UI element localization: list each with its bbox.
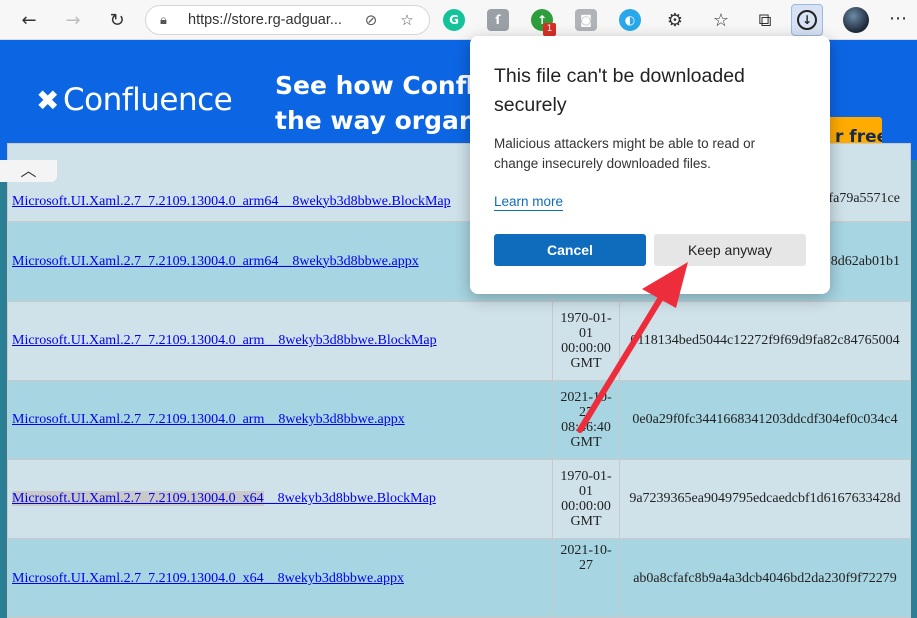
hash-cell: 9a7239365ea9049795edcaedcbf1d6167633428d (619, 459, 911, 539)
cancel-button[interactable]: Cancel (494, 234, 646, 266)
browser-toolbar: ← → ↻ 🔒︎ https://store.rg-adguar... ⊘ ☆ … (0, 0, 917, 40)
collections-icon[interactable]: ⧉ (750, 5, 780, 35)
address-bar[interactable]: 🔒︎ https://store.rg-adguar... ⊘ ☆ (145, 5, 430, 35)
camera-extension-icon[interactable]: ◙ (575, 9, 597, 31)
file-link[interactable]: Microsoft.UI.Xaml.2.7_7.2109.13004.0_x64… (12, 571, 404, 586)
file-link[interactable]: Microsoft.UI.Xaml.2.7_7.2109.13004.0_arm… (12, 333, 437, 348)
file-link[interactable]: Microsoft.UI.Xaml.2.7_7.2109.13004.0_arm… (12, 412, 405, 427)
learn-more-link[interactable]: Learn more (494, 194, 564, 211)
download-icon: ↓ (797, 10, 817, 30)
profile-avatar[interactable] (843, 7, 869, 33)
table-row: Microsoft.UI.Xaml.2.7_7.2109.13004.0_x64… (7, 459, 911, 539)
hash-cell: 0e0a29f0fc3441668341203ddcdf304ef0c034c4 (619, 380, 911, 460)
date-cell: 1970-01- 01 00:00:00 GMT (552, 459, 620, 539)
extension-icon[interactable]: ſ (487, 9, 509, 31)
date-cell: 2021-10- 27 08:46:40 GMT (552, 380, 620, 460)
more-menu-icon[interactable]: ⋯ (889, 8, 907, 29)
grammarly-extension-icon[interactable]: G (443, 9, 465, 31)
extension-badge: 1 (543, 23, 556, 36)
extensions-puzzle-icon[interactable]: ⚙ (660, 5, 690, 35)
confluence-logo-icon: ✖ (36, 84, 59, 117)
tracking-blocked-icon[interactable]: ⊘ (360, 9, 382, 31)
extension-icon-blue[interactable]: ◐ (619, 9, 641, 31)
file-link[interactable]: Microsoft.UI.Xaml.2.7_7.2109.13004.0_x64… (12, 491, 436, 506)
file-link[interactable]: Microsoft.UI.Xaml.2.7_7.2109.13004.0_arm… (12, 254, 419, 269)
favorites-icon[interactable]: ☆ (706, 5, 736, 35)
url-text[interactable]: https://store.rg-adguar... (188, 12, 342, 28)
table-row: Microsoft.UI.Xaml.2.7_7.2109.13004.0_arm… (7, 380, 911, 460)
refresh-icon[interactable]: ↻ (102, 5, 132, 35)
back-icon[interactable]: ← (14, 5, 44, 35)
downloads-button[interactable]: ↓ (791, 4, 823, 36)
hash-cell: ab0a8cfafc8b9a4a3dcb4046bd2da230f9f72279 (633, 571, 897, 586)
hash-cell: 0118134bed5044c12272f9f69d9fa82c84765004 (619, 301, 911, 381)
forward-icon[interactable]: → (58, 5, 88, 35)
lock-icon[interactable]: 🔒︎ (160, 12, 167, 28)
selected-text: Microsoft.UI.Xaml.2.7_7.2109.13004.0_x64 (12, 491, 264, 506)
collapse-ad-button[interactable]: ︿ (0, 160, 57, 182)
dialog-message: Malicious attackers might be able to rea… (494, 136, 756, 171)
confluence-logo: ✖ Confluence (36, 82, 233, 118)
table-row: Microsoft.UI.Xaml.2.7_7.2109.13004.0_arm… (7, 301, 911, 381)
chevron-up-icon: ︿ (20, 161, 37, 180)
file-link[interactable]: Microsoft.UI.Xaml.2.7_7.2109.13004.0_arm… (12, 194, 451, 209)
date-cell: 2021-10- 27 (552, 538, 620, 618)
dialog-title: This file can't be downloaded securely (494, 65, 745, 116)
logo-text: Confluence (62, 82, 233, 118)
table-row: Microsoft.UI.Xaml.2.7_7.2109.13004.0_x64… (7, 538, 911, 618)
keep-anyway-button[interactable]: Keep anyway (654, 234, 806, 266)
add-favorite-icon[interactable]: ☆ (396, 9, 418, 31)
date-cell: 1970-01- 01 00:00:00 GMT (552, 301, 620, 381)
download-warning-dialog: This file can't be downloaded securely M… (470, 36, 830, 294)
